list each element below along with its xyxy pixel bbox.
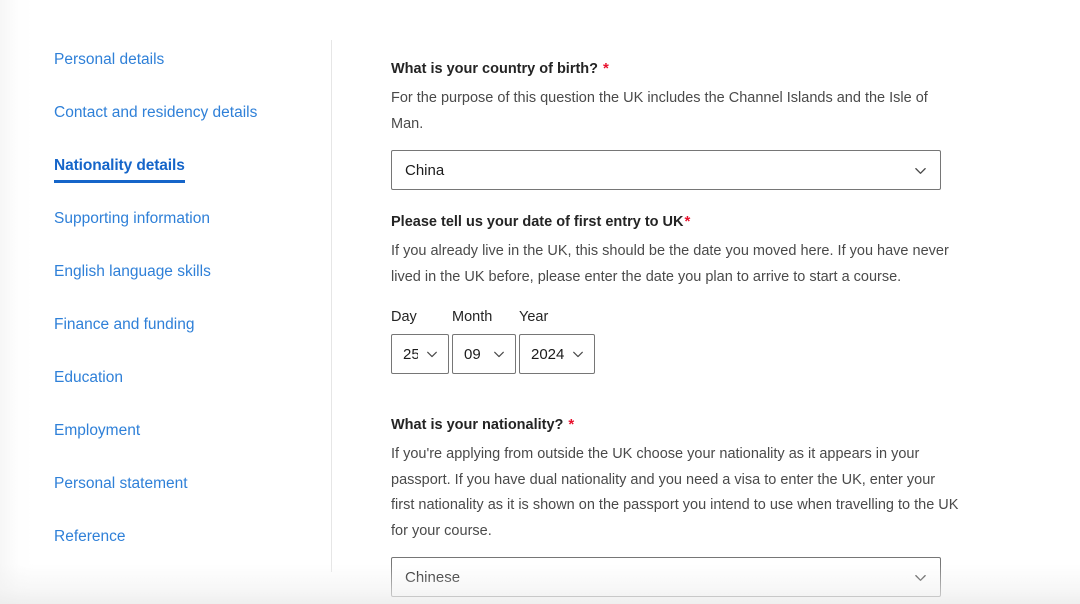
country-of-birth-selected-value: China: [405, 161, 445, 179]
chevron-down-icon: [914, 164, 927, 177]
sidebar-item-label: Personal statement: [54, 475, 188, 492]
sidebar-item-label: Employment: [54, 422, 141, 439]
date-day-label: Day: [391, 309, 417, 325]
nationality-select-wrapper: Chinese: [391, 544, 941, 597]
sidebar-item-english-language-skills[interactable]: English language skills: [54, 262, 324, 315]
question-label-nationality: What is your nationality? *: [391, 415, 961, 435]
date-input-group: Day 25 Month 09 Year 2024: [391, 308, 961, 374]
sidebar-item-personal-details[interactable]: Personal details: [54, 50, 324, 103]
sidebar-item-nationality-details[interactable]: Nationality details: [54, 156, 324, 209]
date-month-label: Month: [452, 309, 493, 325]
sidebar-item-label: Personal details: [54, 51, 165, 68]
required-asterisk: *: [568, 416, 575, 433]
nationality-selected-value: Chinese: [405, 568, 461, 586]
sidebar-item-label: Finance and funding: [54, 316, 195, 333]
section-navigation-sidebar: Personal details Contact and residency d…: [0, 0, 332, 604]
sidebar-item-reference[interactable]: Reference: [54, 527, 324, 580]
date-year-label: Year: [519, 309, 549, 325]
question-label-first-entry-date: Please tell us your date of first entry …: [391, 212, 961, 232]
nav-list: Personal details Contact and residency d…: [54, 50, 324, 580]
sidebar-item-finance-and-funding[interactable]: Finance and funding: [54, 315, 324, 368]
country-of-birth-select[interactable]: China: [391, 150, 941, 190]
country-of-birth-select-wrapper: China: [391, 137, 941, 190]
question-label-country-of-birth: What is your country of birth? *: [391, 59, 961, 79]
sidebar-divider: [331, 40, 332, 572]
sidebar-item-employment[interactable]: Employment: [54, 421, 324, 474]
required-asterisk: *: [684, 213, 691, 230]
question-text: What is your country of birth?: [391, 61, 599, 77]
chevron-down-icon: [572, 348, 585, 361]
date-month-field: Month 09: [452, 308, 516, 374]
question-hint-country-of-birth: For the purpose of this question the UK …: [391, 90, 928, 132]
sidebar-item-label: English language skills: [54, 263, 211, 280]
application-form-page: Personal details Contact and residency d…: [0, 0, 1080, 604]
question-text: What is your nationality?: [391, 417, 564, 433]
question-text: Please tell us your date of first entry …: [391, 214, 684, 230]
question-hint-nationality: If you're applying from outside the UK c…: [391, 446, 959, 539]
required-asterisk: *: [603, 60, 609, 77]
chevron-down-icon: [493, 348, 506, 361]
field-country-of-birth: What is your country of birth? * For the …: [391, 59, 961, 190]
sidebar-item-label: Contact and residency details: [54, 104, 258, 121]
sidebar-item-personal-statement[interactable]: Personal statement: [54, 474, 324, 527]
sidebar-item-contact-and-residency-details[interactable]: Contact and residency details: [54, 103, 324, 156]
date-year-select[interactable]: 2024: [519, 334, 595, 374]
sidebar-item-label: Education: [54, 369, 123, 386]
date-day-field: Day 25: [391, 308, 449, 374]
sidebar-item-label: Nationality details: [54, 156, 185, 183]
sidebar-item-education[interactable]: Education: [54, 368, 324, 421]
form-content: What is your country of birth? * For the …: [391, 0, 991, 604]
date-year-field: Year 2024: [519, 308, 595, 374]
sidebar-item-supporting-information[interactable]: Supporting information: [54, 209, 324, 262]
nationality-select[interactable]: Chinese: [391, 557, 941, 597]
field-first-entry-date: Please tell us your date of first entry …: [391, 212, 961, 374]
sidebar-item-label: Supporting information: [54, 210, 210, 227]
field-nationality: What is your nationality? * If you're app…: [391, 415, 961, 597]
chevron-down-icon: [914, 571, 927, 584]
date-year-value: 2024: [531, 345, 564, 363]
date-day-value: 25: [403, 345, 418, 363]
question-hint-first-entry-date: If you already live in the UK, this shou…: [391, 243, 949, 285]
date-month-value: 09: [464, 345, 481, 363]
chevron-down-icon: [426, 348, 439, 361]
sidebar-item-label: Reference: [54, 528, 126, 545]
date-month-select[interactable]: 09: [452, 334, 516, 374]
date-day-select[interactable]: 25: [391, 334, 449, 374]
